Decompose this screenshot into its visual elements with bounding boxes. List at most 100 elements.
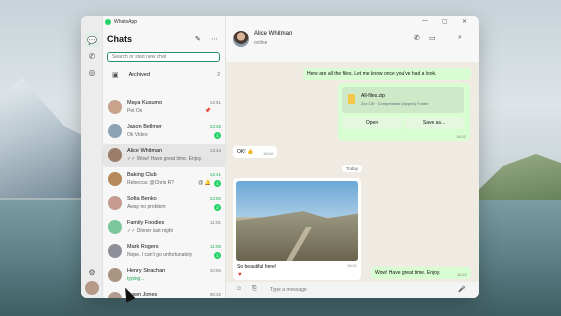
file-message: All-files.zip Zcx 1/8 · Compressed (zipp… (338, 83, 470, 141)
chat-time: 11:05 (210, 244, 221, 249)
chat-name: Maya Kusumo (127, 100, 163, 106)
chat-time: 11:01 (210, 220, 221, 225)
chat-row[interactable]: Baking Club Rebecca: @Chris R? 14:41 @ 🔔 1 (103, 168, 226, 191)
video-call-icon[interactable]: ▭ (429, 34, 436, 42)
chat-name: Jason Bellmer (127, 124, 162, 130)
voice-call-icon[interactable]: ✆ (414, 34, 420, 42)
chat-preview: Ok Video (127, 132, 148, 138)
chat-row[interactable]: Alice Whitman ✓✓ Wow! Have great time. En… (103, 144, 226, 167)
unread-badge: 2 (214, 204, 221, 211)
chat-row[interactable]: Mark Rogers Nope. I can't go unfortunatel… (103, 240, 226, 263)
chat-row[interactable]: Family Foodies ✓✓ Dinner last night 11:01 (103, 216, 226, 239)
chat-list-pane: WhatsApp Chats ✎ ⋯ ▣ Archived 2 Maya Kus… (103, 16, 226, 298)
whatsapp-logo-icon (105, 19, 111, 25)
chat-row[interactable]: Sofia Benko Away no problem 13:50 2 (103, 192, 226, 215)
chat-status-icons: @ 🔔 (198, 180, 211, 186)
chat-row[interactable]: Henry Strachan typing... 10:56 (103, 264, 226, 287)
archived-label: Archived (128, 72, 151, 78)
file-meta: Zcx 1/8 · Compressed (zipped) Folder (361, 101, 429, 106)
new-chat-icon[interactable]: ✎ (195, 35, 201, 43)
message-outgoing-last: Wow! Have great time. Enjoy. 16:22 (371, 267, 471, 279)
status-icon[interactable]: ◎ (85, 65, 99, 79)
message-text: Here are all the files. Let me know once… (307, 71, 437, 77)
app-title: WhatsApp (114, 19, 138, 25)
microphone-icon[interactable]: 🎤 (458, 286, 465, 293)
chat-name: Mark Rogers (127, 244, 159, 250)
chat-preview: ✓✓ Wow! Have great time. Enjoy. (127, 156, 203, 162)
chat-preview: Pet Ox (127, 108, 143, 114)
conversation-pane: — ▢ ✕ Alice Whitman online ✆ ▭ ⌕ Here ar… (226, 16, 479, 298)
chat-name: Alice Whitman (127, 148, 163, 154)
conversation-header: — ▢ ✕ Alice Whitman online ✆ ▭ ⌕ (226, 16, 479, 62)
chat-time: 13:50 (209, 196, 221, 201)
contact-avatar[interactable] (233, 31, 249, 47)
day-divider: Today (342, 165, 363, 172)
unread-badge: 1 (214, 180, 221, 187)
message-composer: ☺ ⎘ 🎤 (226, 282, 479, 298)
chat-preview: Nope. I can't go unfortunately (127, 252, 193, 258)
search-input[interactable] (107, 52, 220, 62)
maximize-icon[interactable]: ▢ (442, 18, 448, 25)
chat-avatar (108, 172, 122, 186)
save-as-button[interactable]: Save as... (404, 117, 464, 129)
archived-row[interactable]: ▣ Archived 2 (103, 68, 226, 82)
chat-preview: typing... (127, 276, 145, 282)
chat-avatar (108, 148, 122, 162)
chats-title: Chats (107, 34, 133, 44)
chat-avatar (108, 124, 122, 138)
file-name: All-files.zip (361, 93, 385, 99)
chat-time: 08:32 (209, 292, 221, 297)
heart-reaction-icon[interactable]: ♥ (238, 272, 242, 278)
chats-icon[interactable]: 💬 (85, 33, 99, 47)
chat-row[interactable]: Jason Bellmer Ok Video 13:26 1 (103, 120, 226, 143)
profile-avatar[interactable] (85, 281, 99, 295)
chat-name: Family Foodies (127, 220, 165, 226)
chat-status-icons: 📌 (204, 108, 211, 114)
emoji-icon[interactable]: ☺ (236, 286, 242, 292)
chat-preview: Away no problem (127, 204, 166, 210)
message-text: Wow! Have great time. Enjoy. (375, 270, 441, 276)
message-time: 16:04 (262, 151, 273, 156)
chat-name: Sofia Benko (127, 196, 157, 202)
minimize-icon[interactable]: — (422, 18, 428, 24)
photo-ridge (236, 211, 358, 261)
search-icon[interactable]: ⌕ (458, 34, 462, 42)
file-card[interactable]: All-files.zip Zcx 1/8 · Compressed (zipp… (342, 87, 464, 113)
settings-icon[interactable]: ⚙ (85, 265, 99, 279)
attach-icon[interactable]: ⎘ (252, 286, 257, 293)
archived-count: 2 (217, 72, 220, 78)
chat-time: 10:56 (209, 268, 221, 273)
chat-avatar (108, 244, 122, 258)
chat-time: 13:34 (209, 148, 221, 153)
nav-rail: 💬 ✆ ◎ ⚙ (81, 16, 103, 298)
chat-avatar (108, 100, 122, 114)
contact-status: online (254, 40, 268, 46)
photo-message: So beautiful here! ♥ 16:21 (233, 178, 361, 280)
photo-caption: So beautiful here! (237, 264, 277, 270)
chat-preview: ✓✓ Dinner last night (127, 228, 173, 234)
message-text: OK! 👍 (237, 149, 254, 155)
calls-icon[interactable]: ✆ (85, 49, 99, 63)
chats-header: Chats ✎ ⋯ (107, 34, 221, 48)
whatsapp-window: 💬 ✆ ◎ ⚙ WhatsApp Chats ✎ ⋯ ▣ Archived 2 … (81, 16, 479, 298)
contact-name[interactable]: Alice Whitman (254, 31, 292, 37)
chat-avatar (108, 268, 122, 282)
message-time: 16:22 (456, 272, 467, 277)
open-file-button[interactable]: Open (342, 117, 402, 129)
chat-time: 13:26 (209, 124, 221, 129)
zip-file-icon (348, 94, 355, 104)
chat-time: 14:41 (209, 172, 221, 177)
message-area: Here are all the files. Let me know once… (226, 62, 479, 282)
unread-badge: 1 (214, 132, 221, 139)
unread-badge: 1 (214, 252, 221, 259)
message-incoming: OK! 👍 16:04 (233, 146, 277, 158)
chat-avatar (108, 220, 122, 234)
menu-icon[interactable]: ⋯ (211, 35, 218, 43)
chat-row[interactable]: Maya Kusumo Pet Ox 14:51 📌 (103, 96, 226, 119)
shared-photo[interactable] (236, 181, 358, 261)
chat-avatar (108, 196, 122, 210)
archive-icon: ▣ (112, 72, 119, 79)
close-icon[interactable]: ✕ (462, 18, 467, 25)
chat-name: Baking Club (127, 172, 157, 178)
message-input[interactable] (270, 285, 450, 295)
